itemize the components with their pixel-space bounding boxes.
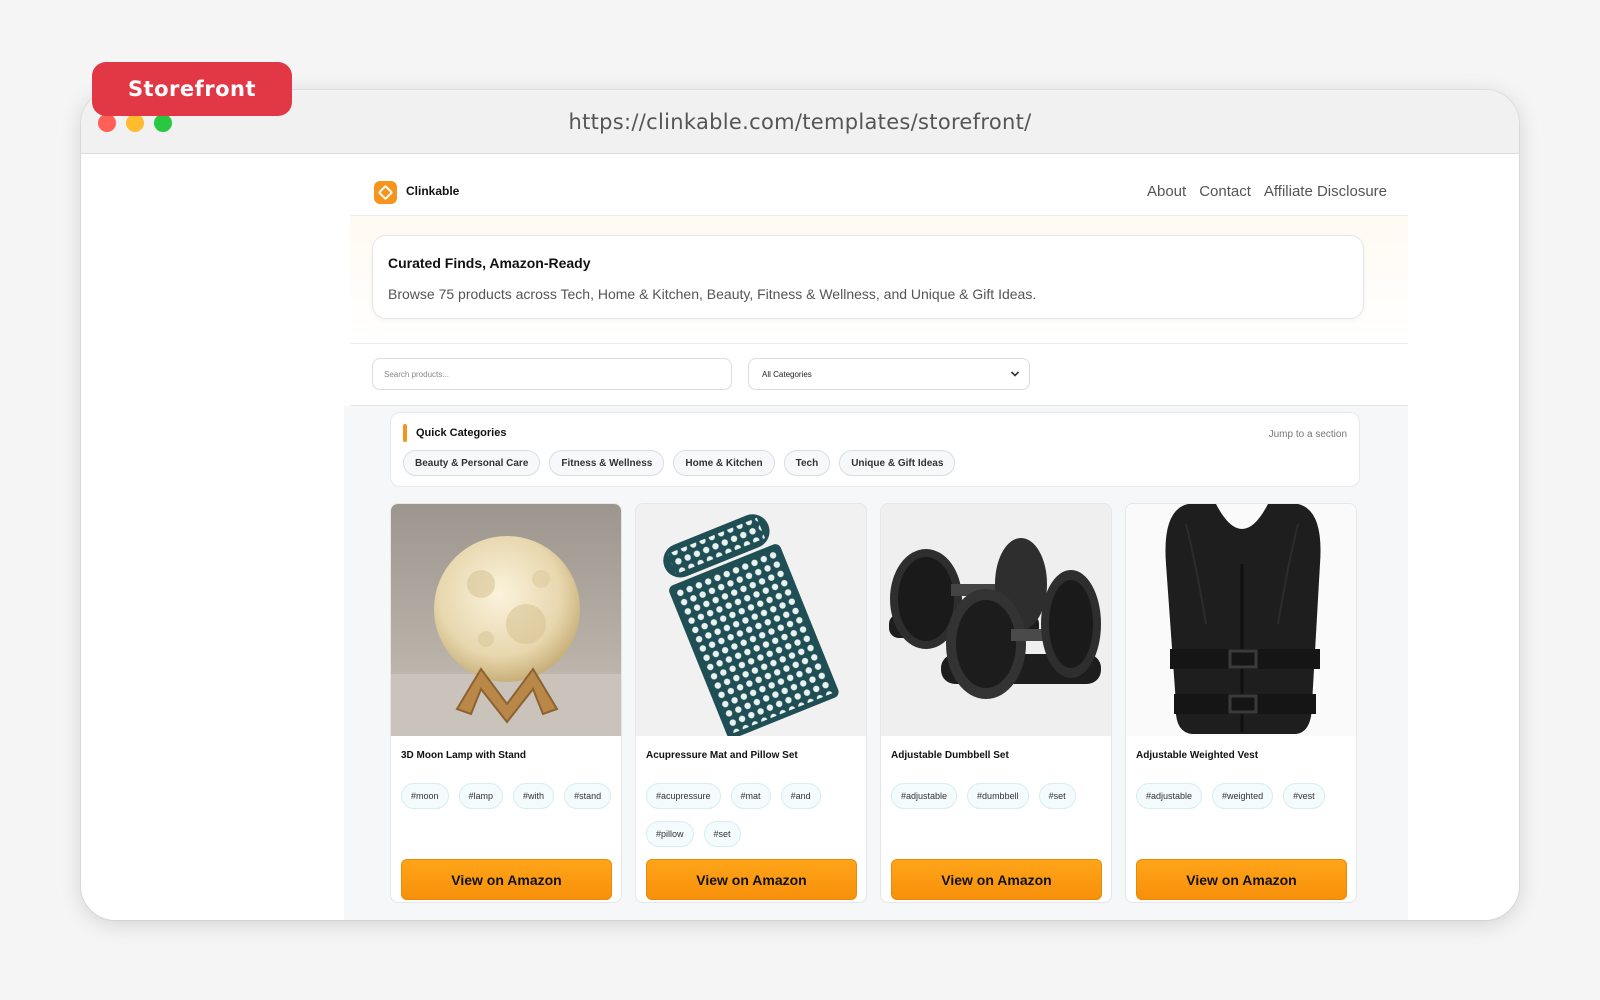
moon-lamp-image[interactable] [391, 504, 621, 736]
view-on-amazon-button[interactable]: View on Amazon [646, 859, 857, 900]
view-on-amazon-button[interactable]: View on Amazon [1136, 859, 1347, 900]
accent-bar [403, 424, 407, 442]
acupressure-mat-image[interactable] [636, 504, 866, 736]
product-title[interactable]: Adjustable Dumbbell Set [891, 750, 1009, 761]
product-tag[interactable]: #and [780, 783, 821, 809]
brand-logo-icon[interactable] [374, 181, 397, 204]
product-tag[interactable]: #stand [564, 783, 612, 809]
storefront-page: Clinkable About Contact Affiliate Disclo… [266, 154, 1408, 920]
hero-section: Curated Finds, Amazon-Ready Browse 75 pr… [350, 216, 1408, 344]
nav-link-about[interactable]: About [1147, 183, 1186, 200]
filter-bar: All Categories [350, 344, 1408, 406]
product-tag[interactable]: #with [513, 783, 555, 809]
nav-links: About Contact Affiliate Disclosure [1147, 183, 1387, 200]
product-tag[interactable]: #pillow [646, 821, 694, 847]
product-title[interactable]: Adjustable Weighted Vest [1136, 750, 1258, 761]
product-tag[interactable]: #dumbbell [967, 783, 1029, 809]
nav-link-affiliate-disclosure[interactable]: Affiliate Disclosure [1264, 183, 1387, 200]
hero-subtitle: Browse 75 products across Tech, Home & K… [388, 286, 1037, 302]
view-on-amazon-button[interactable]: View on Amazon [401, 859, 612, 900]
product-title[interactable]: Acupressure Mat and Pillow Set [646, 750, 798, 761]
product-grid: 3D Moon Lamp with Stand #moon #lamp #wit… [390, 503, 1357, 903]
product-tag[interactable]: #mat [730, 783, 771, 809]
chevron-down-icon [1010, 367, 1020, 384]
product-tag[interactable]: #moon [401, 783, 449, 809]
product-title[interactable]: 3D Moon Lamp with Stand [401, 750, 526, 761]
chip-fitness-wellness[interactable]: Fitness & Wellness [549, 450, 665, 476]
product-card[interactable]: Adjustable Weighted Vest #adjustable #we… [1125, 503, 1357, 903]
chip-beauty-personal-care[interactable]: Beauty & Personal Care [403, 450, 541, 476]
product-tag[interactable]: #lamp [458, 783, 504, 809]
nav-link-contact[interactable]: Contact [1199, 183, 1251, 200]
category-chips: Beauty & Personal Care Fitness & Wellnes… [403, 450, 956, 476]
quick-categories-title: Quick Categories [416, 427, 507, 439]
product-tag[interactable]: #weighted [1212, 783, 1274, 809]
product-tags: #moon #lamp #with #stand [401, 783, 613, 809]
site-navbar: Clinkable About Contact Affiliate Disclo… [350, 154, 1408, 216]
jump-to-section-label: Jump to a section [1268, 429, 1347, 440]
product-tag[interactable]: #vest [1283, 783, 1325, 809]
address-bar[interactable]: https://clinkable.com/templates/storefro… [81, 110, 1519, 134]
view-on-amazon-button[interactable]: View on Amazon [891, 859, 1102, 900]
category-select[interactable]: All Categories [748, 358, 1030, 390]
product-tag[interactable]: #acupressure [646, 783, 721, 809]
hero-title: Curated Finds, Amazon-Ready [388, 255, 591, 271]
chip-tech[interactable]: Tech [783, 450, 831, 476]
product-tags: #acupressure #mat #and #pillow #set [646, 783, 858, 847]
category-select-value: All Categories [762, 370, 812, 379]
content-area: Quick Categories Jump to a section Beaut… [344, 406, 1408, 920]
browser-window: https://clinkable.com/templates/storefro… [81, 90, 1519, 920]
product-card[interactable]: Acupressure Mat and Pillow Set #acupress… [635, 503, 867, 903]
product-tags: #adjustable #dumbbell #set [891, 783, 1103, 809]
product-tag[interactable]: #set [1038, 783, 1076, 809]
quick-categories: Quick Categories Jump to a section Beaut… [390, 412, 1360, 487]
brand-name[interactable]: Clinkable [406, 184, 459, 198]
product-card[interactable]: 3D Moon Lamp with Stand #moon #lamp #wit… [390, 503, 622, 903]
product-card[interactable]: Adjustable Dumbbell Set #adjustable #dum… [880, 503, 1112, 903]
storefront-badge: Storefront [92, 62, 292, 116]
dumbbell-image[interactable] [881, 504, 1111, 736]
weighted-vest-image[interactable] [1126, 504, 1356, 736]
chip-home-kitchen[interactable]: Home & Kitchen [673, 450, 775, 476]
product-tags: #adjustable #weighted #vest [1136, 783, 1348, 809]
chip-unique-gift-ideas[interactable]: Unique & Gift Ideas [839, 450, 956, 476]
search-input[interactable] [372, 358, 732, 390]
hero-card: Curated Finds, Amazon-Ready Browse 75 pr… [372, 235, 1364, 319]
product-tag[interactable]: #adjustable [891, 783, 958, 809]
browser-titlebar: https://clinkable.com/templates/storefro… [81, 90, 1519, 154]
product-tag[interactable]: #set [703, 821, 741, 847]
product-tag[interactable]: #adjustable [1136, 783, 1203, 809]
